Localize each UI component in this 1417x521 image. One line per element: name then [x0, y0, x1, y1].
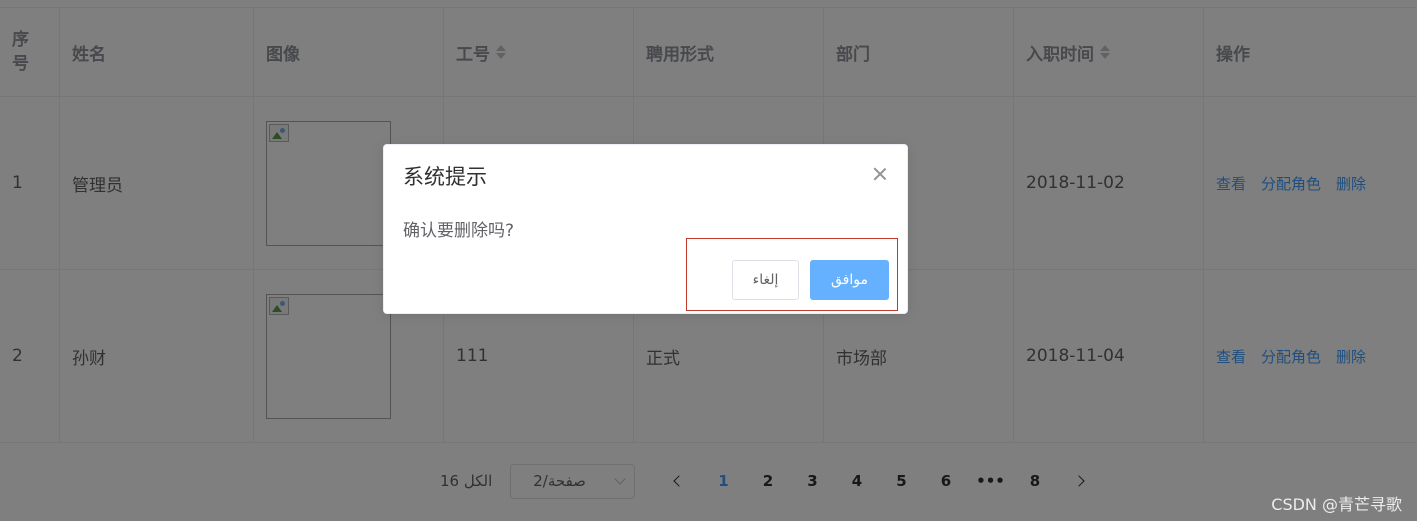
watermark: CSDN @青芒寻歌 [1271, 495, 1402, 514]
dialog-title: 系统提示 [403, 165, 487, 189]
confirm-button[interactable]: موافق [810, 260, 889, 300]
employee-list-page: 序号 姓名 图像 工号 聘用形式 部门 入职时间 操作 1 管理员 2 [0, 0, 1417, 521]
cancel-button[interactable]: إلغاء [732, 260, 799, 300]
confirm-dialog: 系统提示 确认要删除吗? إلغاء موافق [383, 144, 908, 314]
dialog-message: 确认要删除吗? [403, 221, 515, 241]
close-icon[interactable] [871, 165, 889, 183]
